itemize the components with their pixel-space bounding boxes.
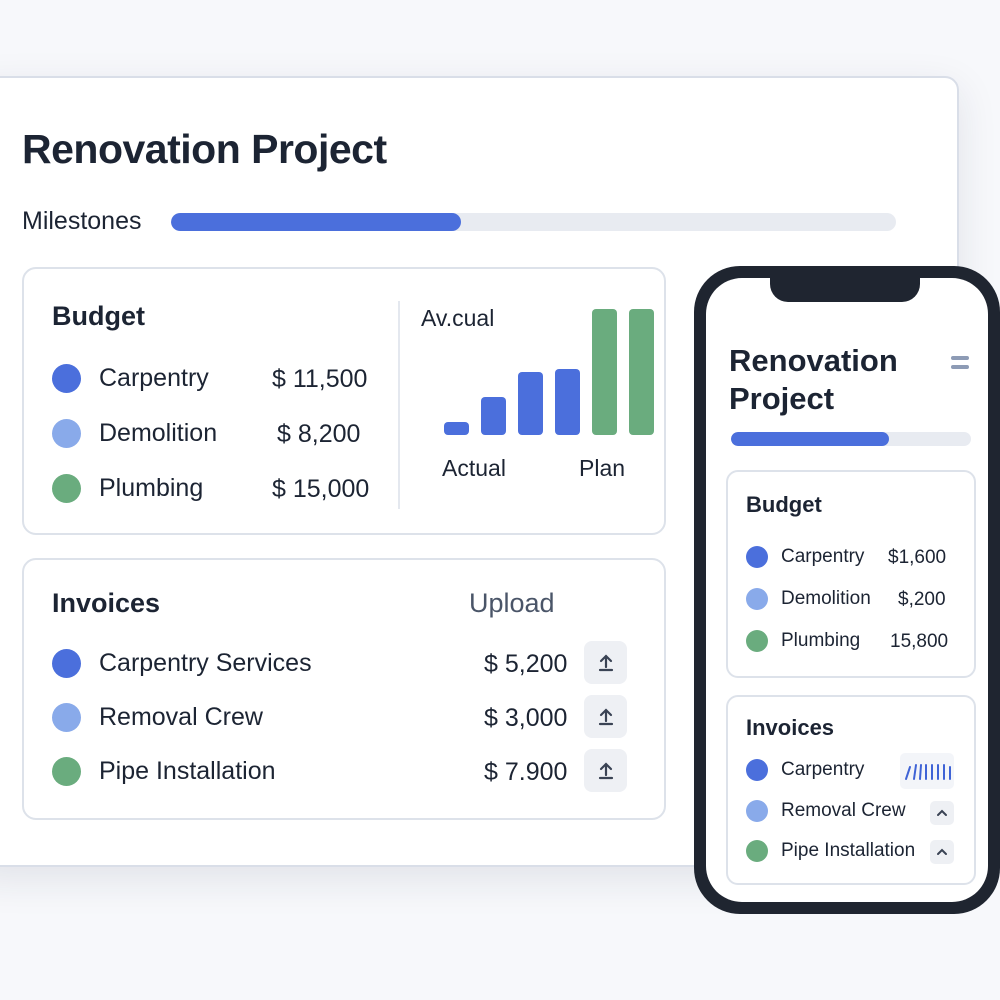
demolition-color-dot [52, 703, 81, 732]
invoice-amount: $ 5,200 [484, 650, 568, 678]
invoice-row-removal-crew[interactable]: Removal Crew [52, 703, 263, 732]
phone-screen: Renovation Project Budget Carpentry $1,6… [706, 278, 988, 902]
upload-button[interactable] [584, 641, 627, 684]
mobile-invoice-row-removal-crew[interactable]: Removal Crew [746, 800, 906, 822]
page-title: Renovation Project [22, 126, 387, 172]
mobile-budget-label: Demolition [781, 588, 871, 609]
mobile-budget-amount: $1,600 [888, 547, 947, 568]
carpentry-color-dot [52, 649, 81, 678]
mobile-invoice-label: Pipe Installation [781, 840, 916, 861]
invoices-card: Invoices Upload Carpentry Services $ 5,2… [22, 558, 666, 820]
mobile-invoices-card: Invoices Carpentry Removal Crew Pipe Ins… [726, 695, 976, 885]
chevron-up-icon [937, 809, 947, 816]
budget-divider [398, 301, 400, 509]
mobile-invoices-title: Invoices [746, 715, 835, 740]
mobile-budget-row-plumbing[interactable]: Plumbing [746, 630, 860, 652]
budget-label: Carpentry [99, 364, 209, 392]
mobile-progress-fill [731, 432, 890, 446]
mobile-invoice-label: Removal Crew [781, 800, 906, 821]
plumbing-color-dot [52, 757, 81, 786]
mini-bars-icon[interactable] [900, 753, 954, 789]
budget-label: Plumbing [99, 474, 204, 502]
budget-row-carpentry[interactable]: Carpentry [52, 364, 209, 393]
plumbing-color-dot [746, 840, 768, 862]
chart-actual-label: Actual [442, 455, 506, 481]
upload-button[interactable] [584, 695, 627, 738]
chart-bar [592, 309, 617, 435]
phone-frame: Renovation Project Budget Carpentry $1,6… [694, 266, 1000, 914]
budget-row-demolition[interactable]: Demolition [52, 419, 217, 448]
mobile-budget-card: Budget Carpentry $1,600 Demolition $,200… [726, 470, 976, 678]
mobile-invoice-row-carpentry[interactable]: Carpentry [746, 759, 864, 781]
milestones-progress-bar [171, 213, 896, 231]
invoice-row-pipe-installation[interactable]: Pipe Installation [52, 757, 276, 786]
invoice-amount: $ 7.900 [484, 758, 568, 786]
invoice-amount: $ 3,000 [484, 704, 568, 732]
mobile-budget-label: Carpentry [781, 546, 865, 567]
mobile-title-line1: Renovation [729, 343, 898, 378]
mobile-page-title: Renovation Project [729, 342, 898, 418]
mobile-upload-button[interactable] [930, 840, 954, 864]
budget-amount: $ 15,000 [272, 475, 370, 503]
hamburger-icon[interactable] [951, 356, 969, 374]
mobile-budget-label: Plumbing [781, 630, 861, 651]
invoice-label: Carpentry Services [99, 649, 312, 677]
mobile-budget-row-carpentry[interactable]: Carpentry [746, 546, 864, 568]
phone-notch [770, 278, 920, 302]
carpentry-color-dot [746, 546, 768, 568]
invoice-row-carpentry-services[interactable]: Carpentry Services [52, 649, 312, 678]
upload-button[interactable] [584, 749, 627, 792]
chart-bar [481, 397, 506, 435]
chart-bar [555, 369, 580, 435]
budget-title: Budget [52, 301, 145, 331]
carpentry-color-dot [52, 364, 81, 393]
budget-label: Demolition [99, 419, 218, 447]
milestones-label: Milestones [22, 207, 142, 235]
chart-bar [444, 422, 469, 435]
demolition-color-dot [746, 800, 768, 822]
budget-row-plumbing[interactable]: Plumbing [52, 474, 203, 503]
mobile-invoice-label: Carpentry [781, 759, 865, 780]
budget-amount: $ 11,500 [272, 365, 368, 393]
mobile-budget-amount: $,200 [898, 589, 946, 610]
chart-bar [518, 372, 543, 435]
invoice-label: Pipe Installation [99, 757, 276, 785]
plumbing-color-dot [746, 630, 768, 652]
mobile-upload-button[interactable] [930, 801, 954, 825]
budget-card: Budget Carpentry $ 11,500 Demolition $ 8… [22, 267, 666, 535]
plumbing-color-dot [52, 474, 81, 503]
demolition-color-dot [52, 419, 81, 448]
chart-plan-label: Plan [579, 455, 626, 481]
chevron-up-icon [937, 848, 947, 855]
chart-bar [629, 309, 654, 435]
invoice-label: Removal Crew [99, 703, 263, 731]
upload-header: Upload [469, 588, 555, 618]
mobile-progress-bar [731, 432, 971, 446]
carpentry-color-dot [746, 759, 768, 781]
budget-bar-chart [444, 309, 654, 435]
upload-icon [598, 761, 613, 779]
upload-icon [598, 653, 613, 671]
mobile-budget-amount: 15,800 [890, 631, 949, 652]
mobile-title-line2: Project [729, 381, 835, 416]
mobile-budget-title: Budget [746, 492, 822, 517]
upload-icon [598, 707, 613, 725]
invoices-title: Invoices [52, 588, 161, 618]
mobile-invoice-row-pipe-installation[interactable]: Pipe Installation [746, 840, 915, 862]
demolition-color-dot [746, 588, 768, 610]
mobile-budget-row-demolition[interactable]: Demolition [746, 588, 871, 610]
milestones-progress-fill [171, 213, 461, 231]
budget-amount: $ 8,200 [277, 420, 361, 448]
